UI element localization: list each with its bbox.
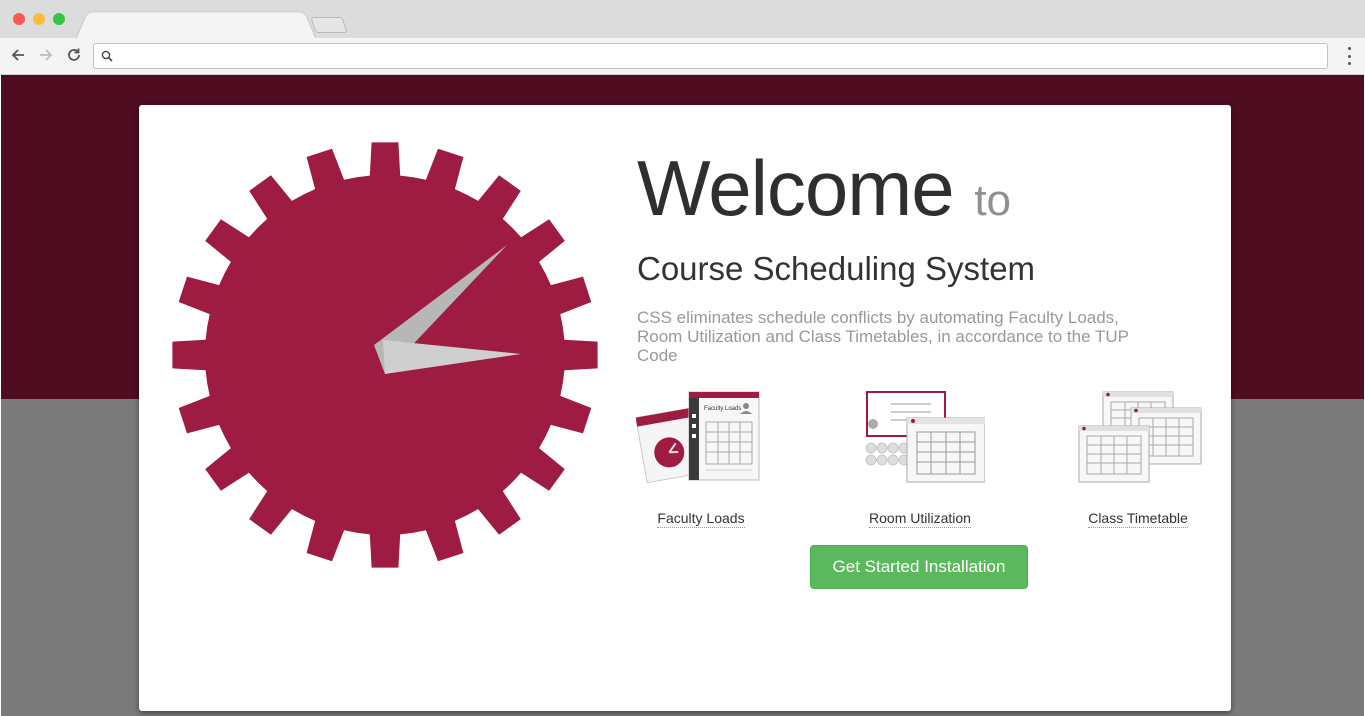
- arrow-right-icon: [40, 49, 53, 61]
- feature-label[interactable]: Class Timetable: [1088, 510, 1188, 528]
- system-title: Course Scheduling System: [637, 250, 1036, 287]
- feature-label[interactable]: Faculty Loads: [657, 510, 745, 528]
- welcome-to-text: to: [974, 176, 1012, 225]
- arrow-left-icon: [11, 49, 24, 61]
- feature-room-utilization: Room Utilization: [840, 390, 1000, 528]
- page-viewport: Welcome to Course Scheduling System CSS …: [1, 75, 1364, 716]
- search-icon: [101, 50, 113, 62]
- back-button[interactable]: [7, 44, 29, 66]
- faculty-loads-mini-caption: Faculty Loads: [704, 406, 741, 412]
- minimize-window-button[interactable]: [33, 13, 45, 25]
- browser-titlebar: [0, 0, 1365, 40]
- forward-button[interactable]: [35, 44, 57, 66]
- class-timetable-illustration-icon: [1073, 390, 1203, 490]
- reload-button[interactable]: [63, 44, 85, 66]
- system-description: CSS eliminates schedule conflicts by aut…: [637, 308, 1129, 365]
- close-window-button[interactable]: [13, 13, 25, 25]
- feature-label[interactable]: Room Utilization: [869, 510, 971, 528]
- gear-clock-logo-icon: [172, 142, 598, 568]
- welcome-text: Welcome: [637, 144, 955, 232]
- welcome-card: Welcome to Course Scheduling System CSS …: [139, 105, 1231, 711]
- get-started-button[interactable]: Get Started Installation: [810, 545, 1028, 589]
- feature-class-timetable: Class Timetable: [1058, 390, 1218, 528]
- browser-tab-active[interactable]: [75, 11, 317, 40]
- maximize-window-button[interactable]: [53, 13, 65, 25]
- address-bar[interactable]: [93, 43, 1328, 69]
- new-tab-button[interactable]: [310, 17, 348, 33]
- kebab-menu-icon: [1347, 47, 1351, 50]
- feature-faculty-loads: Faculty Loads Faculty Loads: [621, 390, 781, 528]
- faculty-loads-illustration-icon: Faculty Loads: [635, 390, 766, 490]
- welcome-heading: Welcome to: [637, 143, 1011, 234]
- browser-toolbar: [0, 38, 1365, 75]
- reload-icon: [68, 48, 80, 61]
- room-utilization-illustration-icon: [855, 390, 986, 490]
- browser-menu-button[interactable]: [1347, 47, 1351, 65]
